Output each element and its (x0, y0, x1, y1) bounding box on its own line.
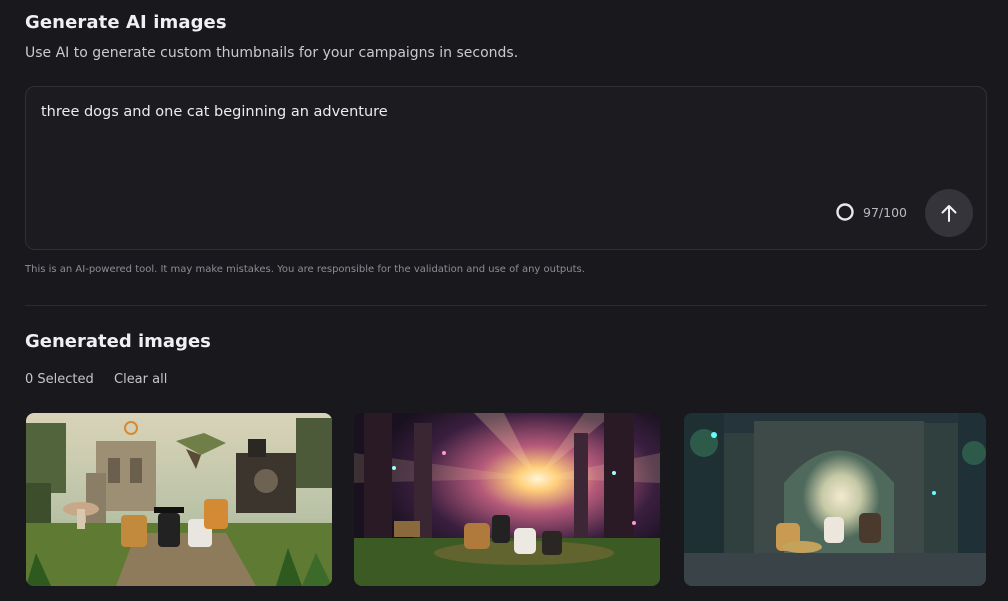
submit-button[interactable] (925, 189, 973, 237)
arrow-up-icon (941, 205, 957, 222)
ruins-scene-image (26, 413, 332, 586)
forest-scene-image (354, 413, 660, 586)
generated-image-3[interactable] (684, 413, 986, 586)
clear-all-button[interactable]: Clear all (114, 372, 167, 387)
counter-text: 97/100 (863, 204, 907, 220)
ai-disclaimer: This is an AI-powered tool. It may make … (25, 264, 585, 275)
generated-images-title: Generated images (25, 331, 211, 352)
ai-image-generator-panel: Generate AI images Use AI to generate cu… (0, 0, 1008, 601)
selected-count: 0 Selected (25, 372, 94, 387)
prompt-input[interactable]: three dogs and one cat beginning an adve… (41, 104, 801, 126)
character-counter: 97/100 (835, 202, 907, 222)
prompt-box: three dogs and one cat beginning an adve… (25, 86, 987, 250)
generated-image-1[interactable] (26, 413, 332, 586)
generated-image-2[interactable] (354, 413, 660, 586)
archway-scene-image (684, 413, 986, 586)
page-subtitle: Use AI to generate custom thumbnails for… (25, 45, 519, 61)
page-title: Generate AI images (25, 12, 227, 33)
section-divider (25, 305, 987, 306)
progress-ring-icon (836, 203, 854, 221)
